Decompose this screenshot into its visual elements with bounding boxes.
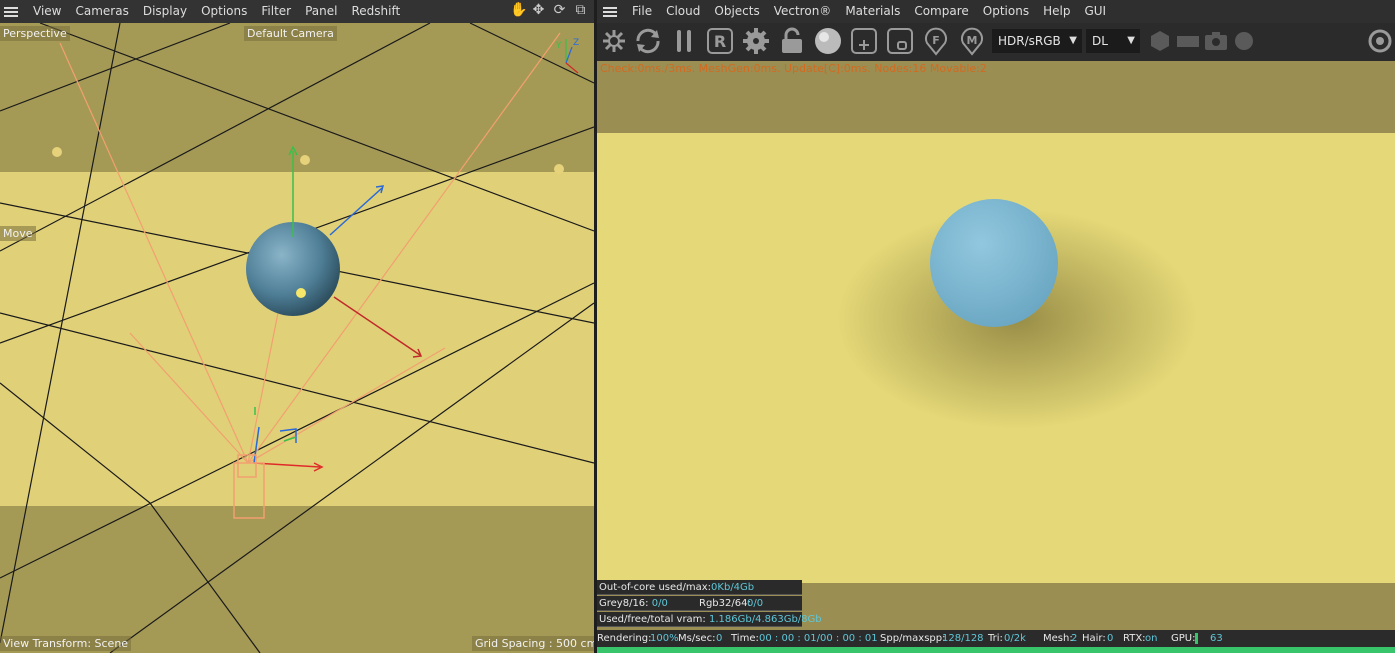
out-of-core-value: 0Kb/4Gb	[711, 582, 755, 593]
menu-filter[interactable]: Filter	[254, 0, 298, 23]
hamburger-menu-icon[interactable]	[603, 6, 617, 17]
grid-spacing-label: Grid Spacing : 500 cm	[472, 636, 594, 651]
render-progress-bar	[597, 647, 1395, 653]
chevron-down-icon: ▼	[1069, 35, 1077, 46]
vram-value: 1.186Gb/4.863Gb/8Gb	[708, 614, 822, 625]
svg-text:R: R	[714, 32, 726, 51]
chevron-down-icon: ▼	[1127, 35, 1135, 46]
hamburger-menu-icon[interactable]	[4, 6, 18, 17]
redshift-r-icon[interactable]: R	[705, 26, 735, 56]
kernel-select[interactable]: DL ▼	[1086, 29, 1140, 53]
rtx-value: on	[1145, 633, 1158, 644]
menu-vectron[interactable]: Vectron®	[767, 0, 839, 23]
octane-live-viewer: File Cloud Objects Vectron® Materials Co…	[597, 0, 1395, 653]
out-of-core-label: Out-of-core used/max:	[599, 582, 712, 593]
spp-value: 128/128	[942, 633, 984, 644]
mesh-label: Mesh:	[1043, 633, 1073, 644]
viewport-scene: Y Z	[0, 23, 594, 653]
ms-label: Ms/sec:	[678, 633, 716, 644]
refresh-icon[interactable]	[633, 26, 663, 56]
color-space-select[interactable]: HDR/sRGB ▼	[992, 29, 1082, 53]
hair-value: 0	[1107, 633, 1114, 644]
menu-view[interactable]: View	[26, 0, 68, 23]
axis-z-label: Z	[573, 38, 579, 48]
time-label: Time:	[731, 633, 759, 644]
texture-info: Grey8/16: 0/0 Rgb32/64: 0/0	[597, 596, 802, 611]
hair-label: Hair:	[1082, 633, 1106, 644]
grey-value: 0/0	[651, 598, 668, 609]
hexagon-icon[interactable]	[1145, 26, 1175, 56]
menu-gui[interactable]: GUI	[1077, 0, 1113, 23]
render-view[interactable]	[597, 61, 1395, 630]
rendering-label: Rendering:	[597, 633, 652, 644]
gpu-value: 63	[1210, 633, 1223, 644]
gear-icon[interactable]	[741, 26, 771, 56]
rectangle-icon[interactable]	[1173, 26, 1203, 56]
menu-objects[interactable]: Objects	[707, 0, 766, 23]
sphere-icon[interactable]	[813, 26, 843, 56]
tri-value: 0/2k	[1004, 633, 1026, 644]
menu-file[interactable]: File	[625, 0, 659, 23]
menu-options[interactable]: Options	[976, 0, 1036, 23]
perspective-label[interactable]: Perspective	[0, 26, 70, 41]
vram-label: Used/free/total vram:	[599, 614, 706, 625]
octane-icon[interactable]	[599, 26, 629, 56]
hand-icon[interactable]: ✋	[510, 3, 527, 18]
menu-cameras[interactable]: Cameras	[68, 0, 135, 23]
axis-y-label: Y	[555, 41, 562, 51]
circle-icon[interactable]	[1229, 26, 1259, 56]
cinema4d-viewport-panel: View Cameras Display Options Filter Pane…	[0, 0, 594, 653]
rgb-value: 0/0	[747, 598, 764, 609]
tri-label: Tri:	[988, 633, 1003, 644]
rendered-image	[597, 61, 1395, 630]
tool-label: Move	[0, 226, 36, 241]
rendering-value: 100%	[650, 633, 679, 644]
camera-label[interactable]: Default Camera	[244, 26, 337, 41]
m-pin-icon[interactable]: M	[957, 26, 987, 56]
ms-value: 0	[716, 633, 723, 644]
gpu-label: GPU:	[1171, 633, 1196, 644]
out-of-core-info: Out-of-core used/max:0Kb/4Gb	[597, 580, 802, 595]
camera-icon[interactable]	[1201, 26, 1231, 56]
menu-panel[interactable]: Panel	[298, 0, 344, 23]
grey-label: Grey8/16:	[599, 598, 649, 609]
live-viewer-toolbar: R F M HDR/sRGB ▼ DL ▼	[597, 23, 1395, 61]
pause-icon[interactable]	[669, 26, 699, 56]
menu-cloud[interactable]: Cloud	[659, 0, 707, 23]
move-icon[interactable]: ✥	[531, 3, 546, 18]
time-value: 00 : 00 : 01/00 : 00 : 01	[759, 633, 878, 644]
settings-icon[interactable]	[1365, 26, 1395, 56]
spp-label: Spp/maxspp:	[880, 633, 946, 644]
viewport-menu-bar: View Cameras Display Options Filter Pane…	[0, 0, 594, 23]
unlock-icon[interactable]	[777, 26, 807, 56]
render-status-bar: Rendering: 100% Ms/sec: 0 Time: 00 : 00 …	[597, 630, 1395, 647]
gpu-meter	[1195, 633, 1198, 644]
perspective-viewport[interactable]: Y Z Perspective Default Camera Move View…	[0, 23, 594, 653]
view-transform-label: View Transform: Scene	[0, 636, 132, 651]
render-stats-line: Check:0ms./3ms. MeshGen:0ms. Update[C]:0…	[600, 62, 987, 75]
rgb-label: Rgb32/64:	[699, 598, 751, 609]
menu-options[interactable]: Options	[194, 0, 254, 23]
color-space-value: HDR/sRGB	[998, 34, 1061, 48]
maximize-icon[interactable]: ⧉	[573, 3, 588, 18]
menu-materials[interactable]: Materials	[838, 0, 907, 23]
menu-display[interactable]: Display	[136, 0, 194, 23]
f-pin-icon[interactable]: F	[921, 26, 951, 56]
vram-info: Used/free/total vram: 1.186Gb/4.863Gb/8G…	[597, 612, 822, 627]
svg-text:F: F	[932, 34, 940, 47]
kernel-value: DL	[1092, 34, 1108, 48]
menu-redshift[interactable]: Redshift	[344, 0, 407, 23]
rendered-sphere	[930, 199, 1058, 327]
rtx-label: RTX:	[1123, 633, 1146, 644]
menu-compare[interactable]: Compare	[907, 0, 975, 23]
add-region-icon[interactable]	[849, 26, 879, 56]
menu-help[interactable]: Help	[1036, 0, 1077, 23]
rotate-icon[interactable]: ⟳	[552, 3, 567, 18]
live-viewer-menu-bar: File Cloud Objects Vectron® Materials Co…	[597, 0, 1395, 23]
svg-text:M: M	[967, 34, 978, 47]
mesh-value: 2	[1071, 633, 1078, 644]
focus-icon[interactable]	[885, 26, 915, 56]
